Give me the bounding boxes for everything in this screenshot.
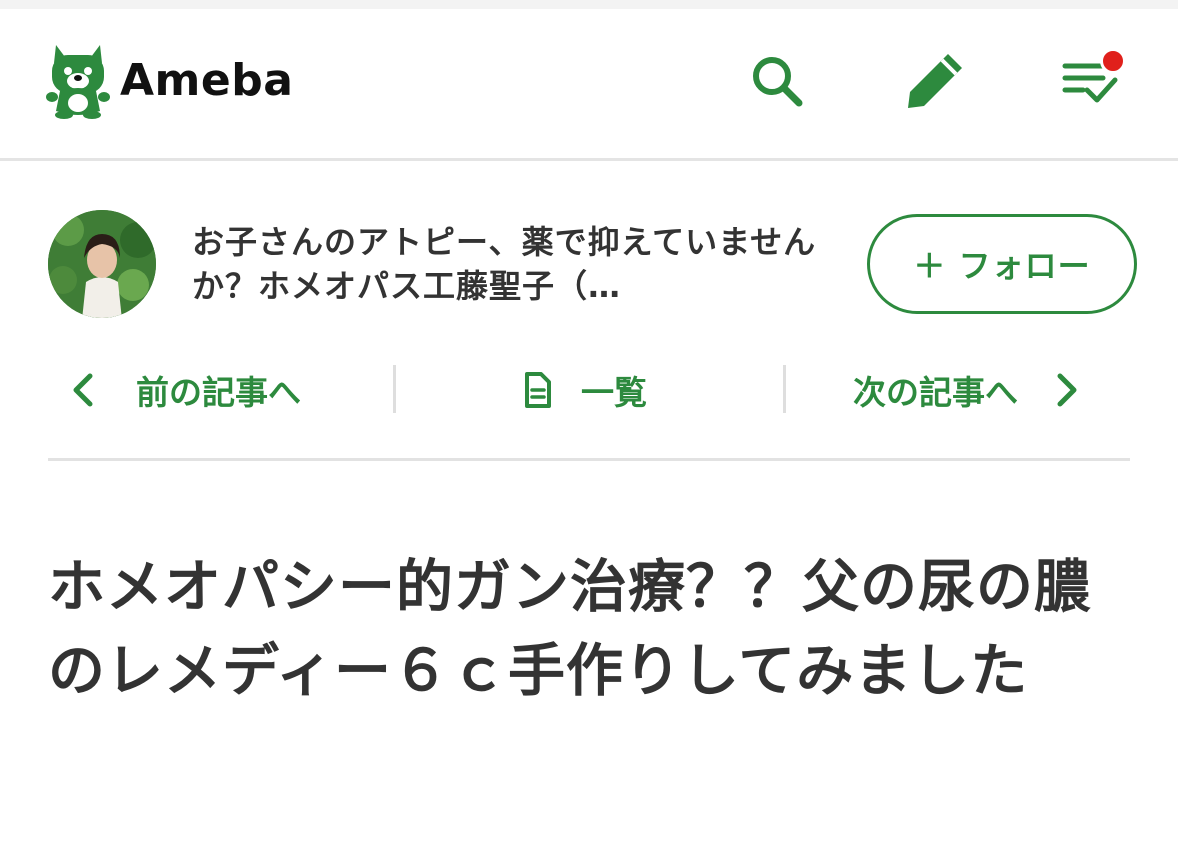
logo-text: Ameba — [120, 54, 294, 106]
search-icon — [753, 57, 803, 107]
profile-photo-icon — [48, 210, 156, 318]
prev-article-label: 前の記事へ — [136, 373, 301, 412]
ameba-mascot-icon — [46, 45, 110, 119]
article-list-link[interactable]: 一覧 — [523, 355, 647, 425]
article-title: ホメオパシー的ガン治療？？父の尿の膿のレメディー６ｃ手作りしてみました — [48, 554, 1092, 704]
document-icon — [525, 372, 551, 408]
article-nav: 前の記事へ 一覧 次の記事へ — [48, 355, 1130, 425]
write-post-button[interactable] — [900, 46, 970, 116]
pencil-icon — [908, 54, 962, 108]
search-button[interactable] — [742, 46, 812, 116]
section-divider — [48, 458, 1130, 461]
next-article-link[interactable]: 次の記事へ — [853, 355, 1082, 425]
status-strip — [0, 0, 1178, 9]
chevron-left-icon — [73, 373, 93, 407]
article-list-label: 一覧 — [581, 373, 647, 412]
avatar[interactable] — [48, 210, 156, 318]
nav-divider — [393, 365, 396, 413]
nav-divider — [783, 365, 786, 413]
follow-button[interactable]: ＋ フォロー — [867, 214, 1137, 314]
blog-title[interactable]: お子さんのアトピー、薬で抑えていませんか？ホメオパス工藤聖子（… — [192, 220, 832, 308]
next-article-label: 次の記事へ — [853, 373, 1018, 412]
chevron-right-icon — [1057, 373, 1077, 407]
prev-article-link[interactable]: 前の記事へ — [68, 355, 301, 425]
notification-badge — [1100, 48, 1126, 74]
header-divider — [0, 158, 1178, 161]
ameba-logo[interactable]: Ameba — [46, 40, 293, 120]
